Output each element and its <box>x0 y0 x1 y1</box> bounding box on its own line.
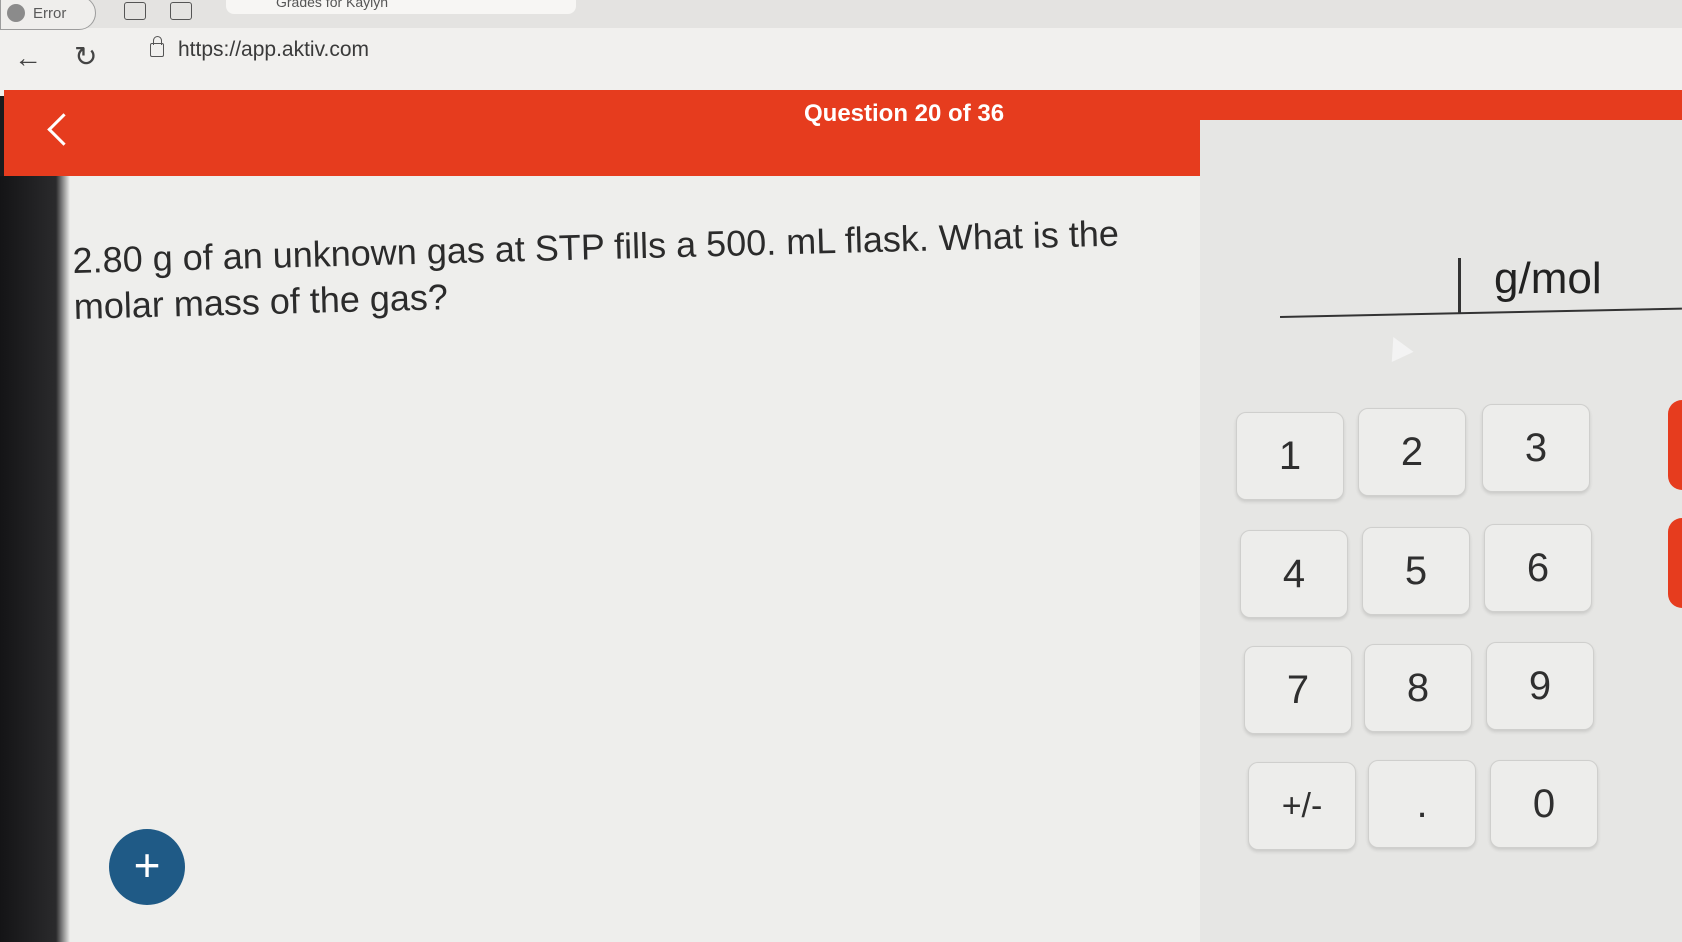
key-3[interactable]: 3 <box>1482 404 1590 492</box>
key-decimal[interactable]: . <box>1368 760 1476 848</box>
screen-bezel <box>0 176 70 942</box>
answer-unit: g/mol <box>1494 254 1602 303</box>
answer-caret <box>1458 258 1461 314</box>
tab-grades-title: Grades for Kaylyn <box>276 0 389 10</box>
url-text: https://app.aktiv.com <box>178 38 370 61</box>
key-1[interactable]: 1 <box>1236 412 1344 500</box>
browser-chrome: Error Grades for Kaylyn ← ↻ https://app.… <box>0 0 1682 96</box>
side-tab-middle[interactable] <box>1668 518 1682 608</box>
tab-strip: Error Grades for Kaylyn <box>0 0 1682 30</box>
key-0[interactable]: 0 <box>1490 760 1598 848</box>
side-tab-top[interactable] <box>1668 400 1682 490</box>
browser-reload-button[interactable]: ↻ <box>74 40 97 73</box>
profile-error-label: Error <box>33 4 67 22</box>
profile-avatar-icon <box>7 4 25 22</box>
question-counter: Question 20 of 36 <box>804 100 1005 127</box>
tab-actions-icon[interactable] <box>170 2 192 20</box>
key-4[interactable]: 4 <box>1240 530 1348 618</box>
key-7[interactable]: 7 <box>1244 646 1352 734</box>
lock-icon <box>150 36 164 57</box>
key-plus-minus[interactable]: +/- <box>1248 762 1356 850</box>
browser-back-button[interactable]: ← <box>14 42 42 74</box>
chevron-left-icon[interactable] <box>38 112 78 152</box>
key-9[interactable]: 9 <box>1486 642 1594 730</box>
key-2[interactable]: 2 <box>1358 408 1466 496</box>
address-bar[interactable]: https://app.aktiv.com <box>150 36 370 62</box>
profile-error-pill[interactable]: Error <box>0 0 96 30</box>
key-5[interactable]: 5 <box>1362 527 1470 615</box>
workspaces-icon[interactable] <box>124 2 146 20</box>
key-6[interactable]: 6 <box>1484 524 1592 612</box>
tab-grades[interactable]: Grades for Kaylyn <box>226 0 576 14</box>
add-button[interactable]: + <box>109 829 185 905</box>
key-8[interactable]: 8 <box>1364 644 1472 732</box>
